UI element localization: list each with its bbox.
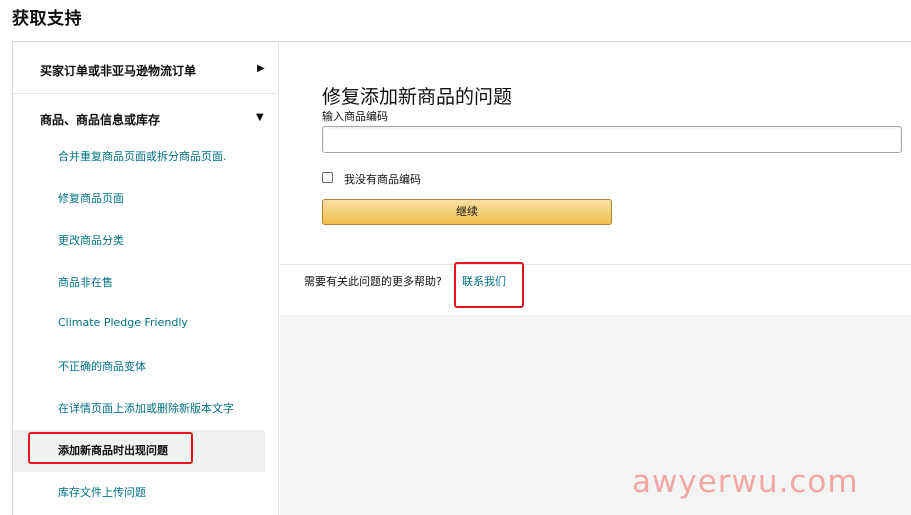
divider: [280, 264, 911, 265]
page-title: 获取支持: [12, 9, 82, 29]
section-label: 买家订单或非亚马逊物流订单: [40, 64, 197, 78]
continue-button[interactable]: 继续: [322, 199, 612, 225]
sidebar-item-label: 库存文件上传问题: [58, 486, 146, 499]
sidebar-item-label: 更改商品分类: [58, 234, 124, 247]
checkbox-label: 我没有商品编码: [344, 173, 421, 186]
sidebar-item-inventory-upload[interactable]: 库存文件上传问题: [13, 472, 265, 514]
highlight-box-contact: [454, 262, 524, 308]
sidebar-item-label: 修复商品页面: [58, 192, 124, 205]
highlight-box-add-product: [28, 432, 193, 464]
sidebar-item-label: Climate Pledge Friendly: [58, 316, 188, 329]
sidebar-item-variations[interactable]: 不正确的商品变体: [13, 346, 265, 388]
sidebar-item-label: 合并重复商品页面或拆分商品页面.: [58, 150, 227, 163]
sidebar-section-buyer-orders[interactable]: 买家订单或非亚马逊物流订单 ▶: [13, 42, 279, 93]
form-title: 修复添加新商品的问题: [322, 86, 513, 108]
section-label: 商品、商品信息或库存: [40, 113, 161, 127]
sidebar-item-label: 在详情页面上添加或删除新版本文字: [58, 402, 234, 415]
sidebar-item-merge-pages[interactable]: 合并重复商品页面或拆分商品页面.: [13, 136, 265, 178]
sidebar-item-edition-text[interactable]: 在详情页面上添加或删除新版本文字: [13, 388, 265, 430]
help-text: 需要有关此问题的更多帮助?: [304, 275, 442, 288]
sidebar-item-inactive[interactable]: 商品非在售: [13, 262, 265, 304]
chevron-right-icon: ▶: [257, 63, 265, 74]
sidebar-item-label: 不正确的商品变体: [58, 360, 146, 373]
chevron-down-icon: ▼: [256, 112, 264, 123]
main-panel: 修复添加新商品的问题 输入商品编码 我没有商品编码 继续 需要有关此问题的更多帮…: [280, 42, 911, 315]
watermark: awyerwu.com: [632, 464, 859, 500]
no-id-checkbox[interactable]: [322, 172, 333, 183]
product-id-input[interactable]: [322, 126, 902, 153]
sidebar-item-climate-pledge[interactable]: Climate Pledge Friendly: [13, 304, 265, 346]
sidebar-item-label: 商品非在售: [58, 276, 113, 289]
sidebar-item-fix-page[interactable]: 修复商品页面: [13, 178, 265, 220]
input-label: 输入商品编码: [322, 110, 388, 123]
sidebar-section-products[interactable]: 商品、商品信息或库存 ▼: [13, 94, 279, 136]
sidebar-item-change-category[interactable]: 更改商品分类: [13, 220, 265, 262]
